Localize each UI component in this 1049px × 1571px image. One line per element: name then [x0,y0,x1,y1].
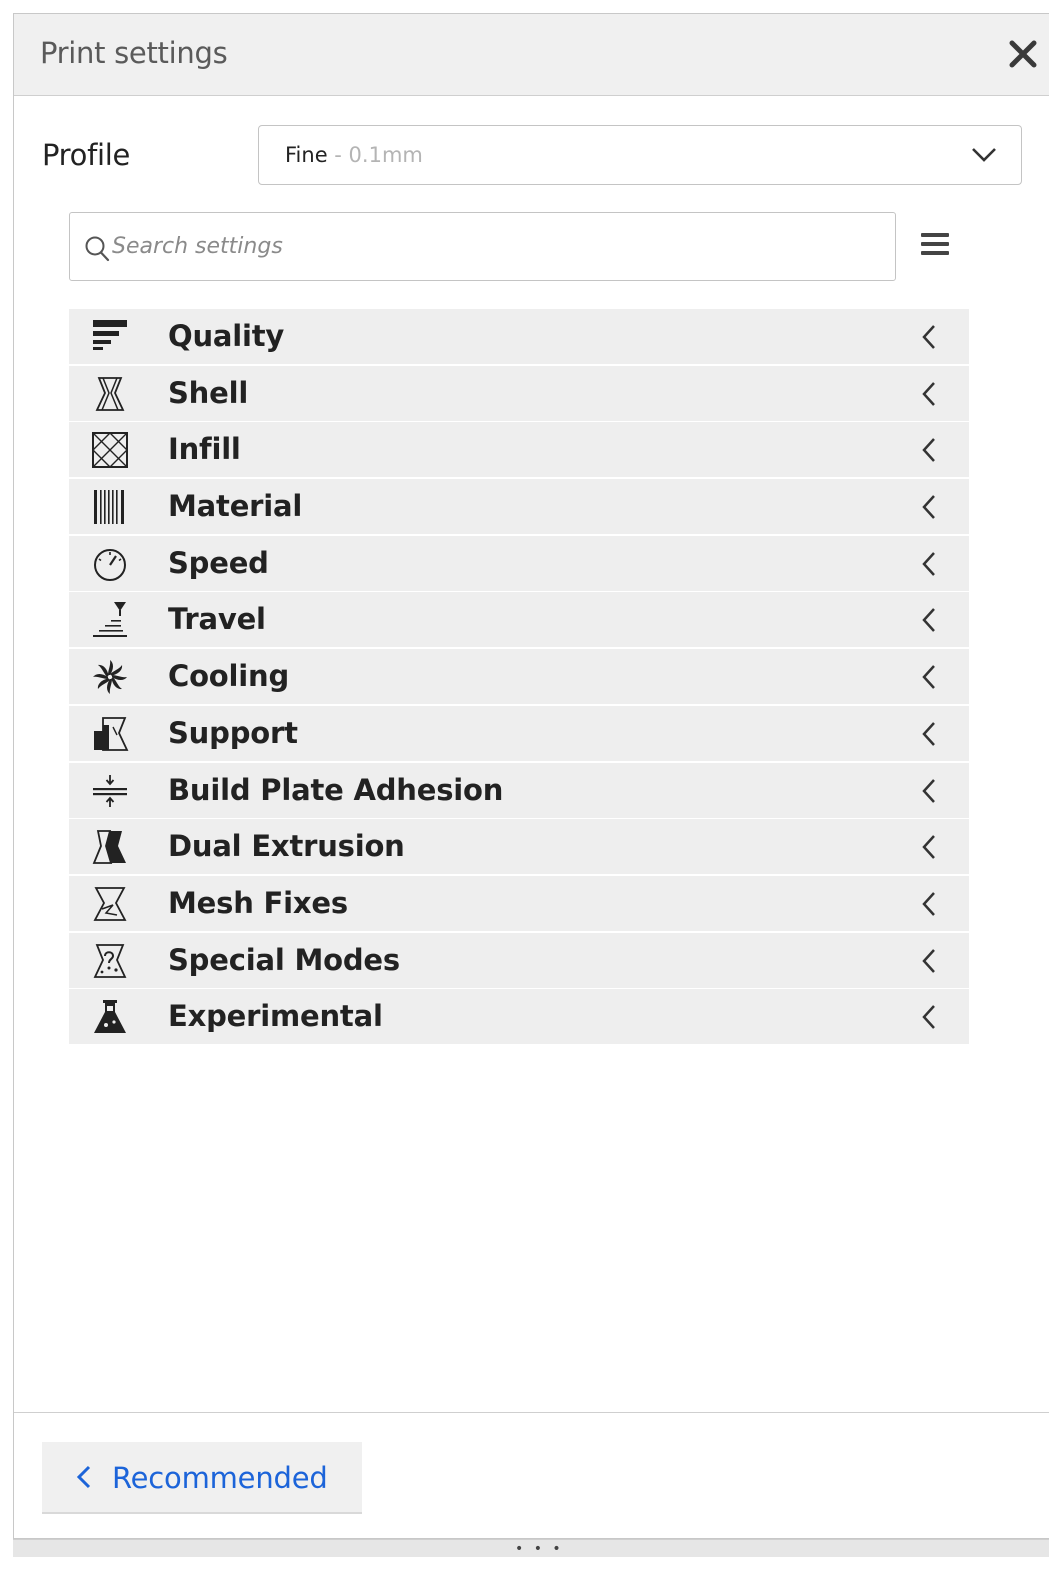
hamburger-icon [921,233,949,237]
panel-title: Print settings [40,36,228,70]
chevron-left-icon [922,325,935,349]
footer-divider [14,1412,1049,1413]
category-label: Support [168,715,298,750]
category-label: Travel [168,602,266,637]
category-special-modes[interactable]: Special Modes [69,932,969,988]
category-dual-extrusion[interactable]: Dual Extrusion [69,819,969,875]
search-input[interactable] [112,225,872,267]
category-speed[interactable]: Speed [69,535,969,591]
panel-header: Print settings [14,14,1049,96]
profile-dropdown[interactable]: Fine - 0.1mm [258,125,1022,185]
material-icon [94,490,124,525]
support-icon [94,716,129,751]
category-infill[interactable]: Infill [69,422,969,478]
close-icon [1009,40,1037,68]
chevron-left-icon [922,495,935,519]
category-label: Experimental [168,999,383,1034]
chevron-left-icon [922,721,935,746]
chevron-left-icon [922,1005,935,1030]
category-label: Speed [168,545,269,580]
chevron-left-icon [922,381,935,406]
close-button[interactable] [1001,32,1045,76]
profile-layer-height: - 0.1mm [327,143,423,167]
category-label: Infill [168,432,241,467]
profile-selected-value: Fine - 0.1mm [285,143,423,167]
dual-extrusion-icon [92,830,126,865]
chevron-down-icon [972,148,996,162]
category-label: Material [168,489,303,524]
search-box[interactable] [69,212,896,281]
profile-name: Fine [285,143,328,167]
recommended-label: Recommended [112,1461,328,1495]
category-quality[interactable]: Quality [69,309,969,364]
category-label: Cooling [168,659,290,694]
category-label: Quality [168,319,285,353]
category-cooling[interactable]: Cooling [69,649,969,705]
infill-icon [92,432,128,469]
chevron-left-icon [922,948,935,973]
chevron-left-icon [922,892,935,916]
category-travel[interactable]: Travel [69,592,969,648]
cooling-icon [93,660,127,695]
chevron-left-icon [922,438,935,463]
chevron-left-icon [76,1465,91,1489]
settings-category-list: Quality Shell Infill Material Speed Trav… [69,309,969,1046]
chevron-left-icon [922,608,935,633]
category-build-plate-adhesion[interactable]: Build Plate Adhesion [69,762,969,818]
special-modes-icon [93,943,127,978]
shell-icon [95,376,125,411]
category-shell[interactable]: Shell [69,365,969,421]
build-plate-adhesion-icon [93,774,127,807]
recommended-button[interactable]: Recommended [42,1442,362,1514]
category-mesh-fixes[interactable]: Mesh Fixes [69,875,969,931]
category-label: Build Plate Adhesion [168,772,504,807]
settings-visibility-menu-button[interactable] [921,233,951,259]
category-label: Special Modes [168,942,400,977]
search-icon [85,236,110,262]
mesh-fixes-icon [93,886,127,921]
experimental-icon [94,1000,126,1034]
chevron-left-icon [922,835,935,860]
category-label: Mesh Fixes [168,885,348,920]
category-support[interactable]: Support [69,705,969,761]
chevron-left-icon [922,551,935,576]
drag-handle-dots: • • • [515,1541,564,1557]
panel-resize-handle[interactable]: • • • [13,1539,1049,1557]
category-experimental[interactable]: Experimental [69,989,969,1045]
category-material[interactable]: Material [69,479,969,535]
chevron-left-icon [922,665,935,689]
speed-icon [94,548,126,581]
category-label: Shell [168,375,249,410]
quality-icon [93,320,127,350]
category-label: Dual Extrusion [168,829,405,864]
profile-label: Profile [42,138,131,172]
travel-icon [93,602,127,638]
chevron-left-icon [922,778,935,803]
print-settings-panel: Print settings Profile Fine - 0.1mm Sear… [13,13,1049,1539]
